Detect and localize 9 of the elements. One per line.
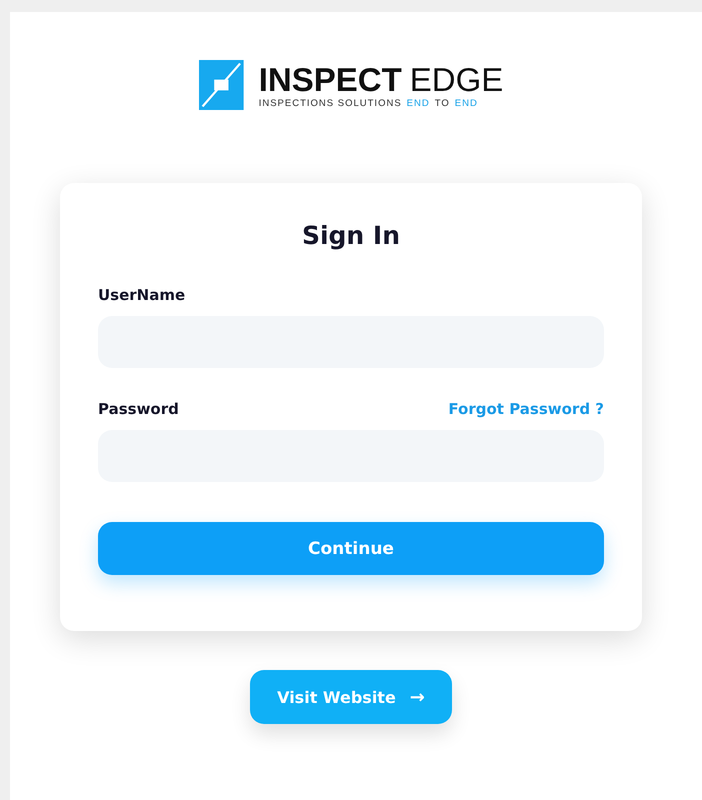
- field-label: UserName: [98, 286, 186, 304]
- visit-website-button[interactable]: Visit Website →: [250, 670, 452, 724]
- field-label: Password: [98, 400, 179, 418]
- continue-button[interactable]: Continue: [98, 522, 604, 575]
- arrow-right-icon: →: [410, 686, 425, 708]
- forgot-password-link[interactable]: Forgot Password ?: [448, 400, 604, 418]
- card-title: Sign In: [300, 221, 402, 250]
- logo-wordmark: INSPECT EDGE: [258, 62, 504, 98]
- logo-tagline: INSPECTIONS SOLUTIONS END TO END: [258, 98, 479, 108]
